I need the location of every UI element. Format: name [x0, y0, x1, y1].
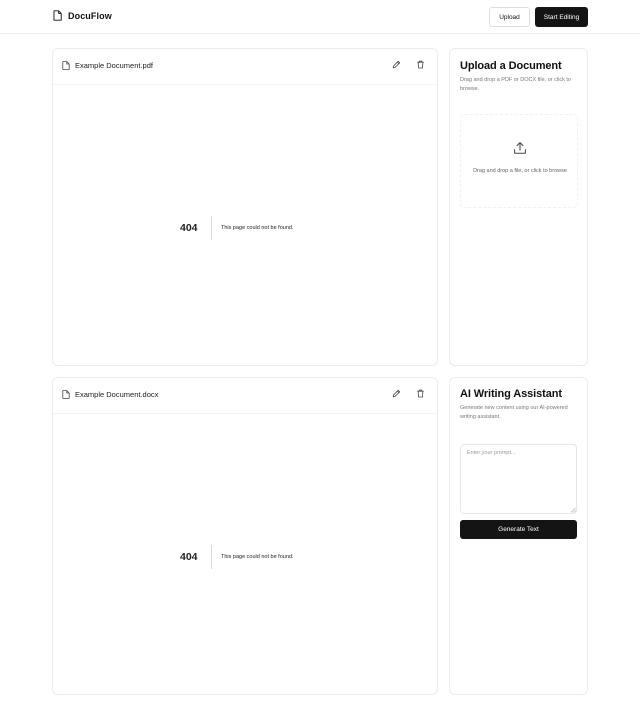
brand[interactable]: DocuFlow — [53, 10, 112, 21]
top-navbar: DocuFlow Upload Start Editing — [0, 0, 640, 34]
start-editing-button[interactable]: Start Editing — [535, 7, 588, 27]
upload-card: Upload a Document Drag and drop a PDF or… — [449, 48, 588, 366]
generate-text-button[interactable]: Generate Text — [460, 520, 577, 539]
error-divider — [211, 216, 212, 240]
file-dropzone[interactable]: Drag and drop a file, or click to browse — [460, 114, 578, 208]
file-icon — [62, 61, 70, 70]
error-message: This page could not be found. — [221, 225, 294, 231]
error-code: 404 — [180, 551, 198, 563]
app-name: DocuFlow — [68, 10, 112, 21]
pencil-icon[interactable] — [392, 389, 401, 398]
file-icon — [53, 10, 62, 21]
trash-icon[interactable] — [416, 60, 425, 69]
assistant-description: Generate new content using our AI-powere… — [460, 405, 568, 420]
document-header: Example Document.pdf — [53, 49, 437, 85]
document-header: Example Document.docx — [53, 378, 437, 414]
upload-button[interactable]: Upload — [489, 7, 530, 27]
document-card: Example Document.docx 404 This page coul… — [52, 377, 438, 695]
upload-icon — [514, 142, 526, 154]
error-message: This page could not be found. — [221, 554, 294, 560]
upload-title: Upload a Document — [460, 60, 562, 72]
assistant-title: AI Writing Assistant — [460, 388, 562, 400]
document-preview: 404 This page could not be found. — [53, 85, 437, 365]
document-title[interactable]: Example Document.pdf — [75, 61, 153, 70]
dropzone-text: Drag and drop a file, or click to browse — [473, 168, 567, 174]
file-icon — [62, 390, 70, 399]
ai-assistant-card: AI Writing Assistant Generate new conten… — [449, 377, 588, 695]
error-divider — [211, 545, 212, 569]
document-card: Example Document.pdf 404 This page could… — [52, 48, 438, 366]
pencil-icon[interactable] — [392, 60, 401, 69]
document-preview: 404 This page could not be found. — [53, 414, 437, 694]
resize-grip-icon[interactable] — [570, 507, 576, 513]
error-code: 404 — [180, 222, 198, 234]
trash-icon[interactable] — [416, 389, 425, 398]
document-title[interactable]: Example Document.docx — [75, 390, 158, 399]
upload-description: Drag and drop a PDF or DOCX file, or cli… — [460, 77, 571, 92]
prompt-input[interactable] — [460, 444, 577, 514]
